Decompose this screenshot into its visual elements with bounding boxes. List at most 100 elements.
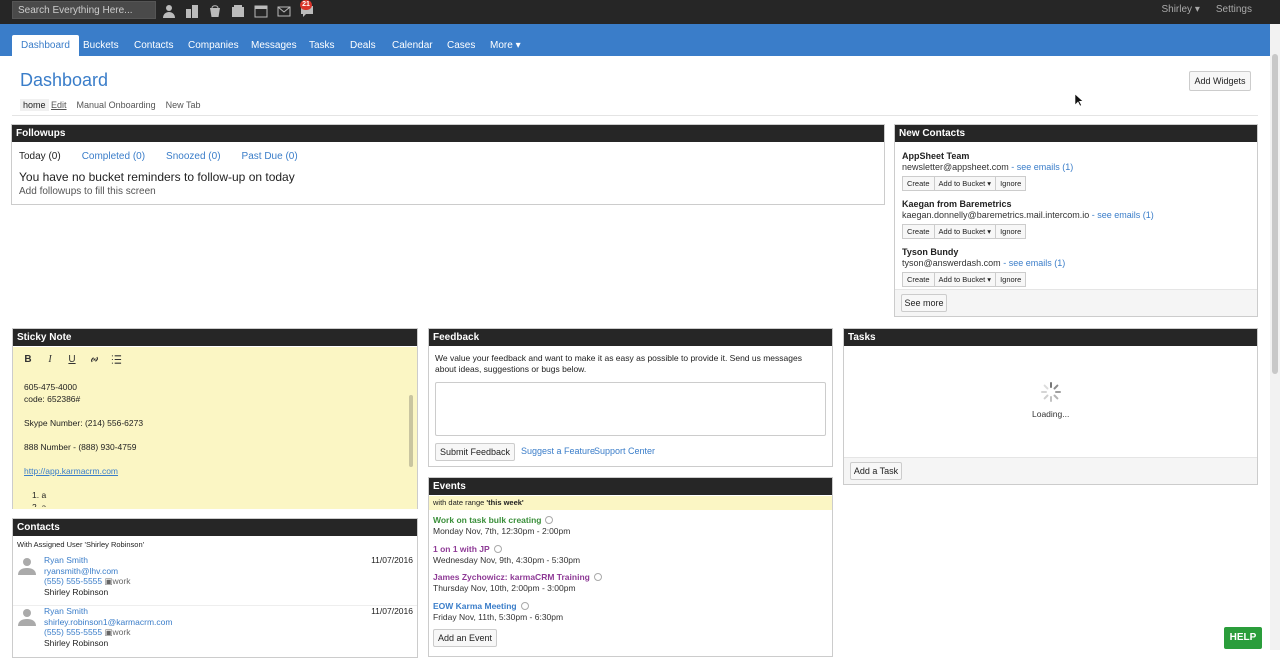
followups-tab-past-due[interactable]: Past Due (0) xyxy=(242,151,298,162)
company-icon[interactable] xyxy=(183,3,201,19)
contact-name-link[interactable]: Ryan Smith xyxy=(44,555,131,566)
subtab-edit-link[interactable]: Edit xyxy=(51,100,67,110)
event-title-link[interactable]: Work on task bulk creating xyxy=(433,515,570,525)
add-task-button[interactable]: Add a Task xyxy=(850,462,902,480)
create-contact-button[interactable]: Create xyxy=(902,272,935,287)
phone-type: work xyxy=(112,576,131,586)
tab-calendar[interactable]: Calendar xyxy=(392,35,433,56)
sticky-line: 605-475-4000 xyxy=(24,382,77,392)
ignore-contact-button[interactable]: Ignore xyxy=(995,272,1027,287)
contact-name-link[interactable]: Ryan Smith xyxy=(44,606,172,617)
sticky-note-widget: Sticky Note B I U 605-475-4000 code: 652… xyxy=(12,328,418,509)
suggest-feature-link[interactable]: Suggest a Feature xyxy=(521,446,595,456)
feedback-textarea[interactable] xyxy=(435,382,826,436)
notification-badge[interactable]: 21 xyxy=(300,0,312,10)
event-title-link[interactable]: 1 on 1 with JP xyxy=(433,544,580,554)
tasks-footer: Add a Task xyxy=(844,457,1257,484)
event-item: EOW Karma Meeting Friday Nov, 11th, 5:30… xyxy=(433,601,563,622)
contact-owner: Shirley Robinson xyxy=(44,637,109,648)
calendar-icon[interactable] xyxy=(252,3,270,19)
contacts-title: Contacts xyxy=(13,519,417,536)
support-center-link[interactable]: Support Center xyxy=(594,446,655,456)
contact-phone-link[interactable]: (555) 555-5555 xyxy=(44,576,102,586)
tab-contacts[interactable]: Contacts xyxy=(134,35,173,56)
sticky-link[interactable]: http://app.karmacrm.com xyxy=(24,466,118,476)
contact-owner: Shirley Robinson xyxy=(44,586,109,597)
page-title: Dashboard xyxy=(20,70,109,90)
event-item: James Zychowicz: karmaCRM Training Thurs… xyxy=(433,572,602,593)
help-button[interactable]: HELP xyxy=(1224,627,1262,649)
inbox-icon[interactable] xyxy=(229,3,247,19)
new-contact-item: Kaegan from Baremetrics kaegan.donnelly@… xyxy=(902,199,1154,239)
create-contact-button[interactable]: Create xyxy=(902,224,935,239)
info-icon[interactable] xyxy=(520,602,529,610)
skype-icon: ▣ xyxy=(104,576,113,586)
info-icon[interactable] xyxy=(545,516,554,524)
ignore-contact-button[interactable]: Ignore xyxy=(995,176,1027,191)
subtab-new-tab[interactable]: New Tab xyxy=(166,100,201,110)
sticky-line: 888 Number - (888) 930-4759 xyxy=(24,442,137,452)
new-contact-name: Kaegan from Baremetrics xyxy=(902,199,1012,209)
event-title-link[interactable]: James Zychowicz: karmaCRM Training xyxy=(433,572,602,582)
loading-spinner-icon xyxy=(1041,382,1061,402)
tab-cases[interactable]: Cases xyxy=(447,35,475,56)
link-icon[interactable] xyxy=(85,351,103,367)
scrollbar-thumb[interactable] xyxy=(1272,54,1278,374)
event-time: Friday Nov, 11th, 5:30pm - 6:30pm xyxy=(433,612,564,622)
feedback-widget: Feedback We value your feedback and want… xyxy=(428,328,833,467)
tab-messages[interactable]: Messages xyxy=(251,35,297,56)
underline-button[interactable]: U xyxy=(63,351,81,367)
event-title-link[interactable]: EOW Karma Meeting xyxy=(433,601,563,611)
create-contact-button[interactable]: Create xyxy=(902,176,935,191)
sticky-note-editor[interactable]: B I U 605-475-4000 code: 652386# Skype N… xyxy=(13,347,417,509)
see-emails-link[interactable]: - see emails (1) xyxy=(1092,210,1154,220)
event-item: 1 on 1 with JP Wednesday Nov, 9th, 4:30p… xyxy=(433,544,580,565)
contact-phone-link[interactable]: (555) 555-5555 xyxy=(44,627,102,637)
sticky-note-title: Sticky Note xyxy=(13,329,417,346)
add-to-bucket-button[interactable]: Add to Bucket ▾ xyxy=(933,176,997,191)
sticky-scrollbar[interactable] xyxy=(409,395,413,467)
sticky-list-item: 2. a xyxy=(32,502,47,507)
add-event-button[interactable]: Add an Event xyxy=(433,629,497,647)
followups-tab-snoozed[interactable]: Snoozed (0) xyxy=(166,151,220,162)
followups-tab-today[interactable]: Today (0) xyxy=(19,151,61,162)
global-search-input[interactable]: Search Everything Here... xyxy=(12,1,156,19)
event-item: Work on task bulk creating Monday Nov, 7… xyxy=(433,515,570,536)
subtab-home[interactable]: home xyxy=(20,99,49,111)
subtab-manual-onboarding[interactable]: Manual Onboarding xyxy=(77,100,156,110)
followups-tab-completed[interactable]: Completed (0) xyxy=(82,151,145,162)
info-icon[interactable] xyxy=(493,545,502,553)
tab-tasks[interactable]: Tasks xyxy=(309,35,335,56)
contact-email-link[interactable]: shirley.robinson1@karmacrm.com xyxy=(44,617,172,628)
add-to-bucket-button[interactable]: Add to Bucket ▾ xyxy=(933,224,997,239)
tasks-loading-text: Loading... xyxy=(1032,409,1070,419)
page-scrollbar[interactable] xyxy=(1270,24,1280,650)
see-emails-link[interactable]: - see emails (1) xyxy=(1003,258,1065,268)
user-menu[interactable]: Shirley ▾ xyxy=(1161,4,1199,15)
submit-feedback-button[interactable]: Submit Feedback xyxy=(435,443,515,461)
add-to-bucket-button[interactable]: Add to Bucket ▾ xyxy=(933,272,997,287)
ignore-contact-button[interactable]: Ignore xyxy=(995,224,1027,239)
tab-deals[interactable]: Deals xyxy=(350,35,376,56)
tab-dashboard[interactable]: Dashboard xyxy=(12,35,79,56)
mail-icon[interactable] xyxy=(275,3,293,19)
feedback-description: We value your feedback and want to make … xyxy=(435,353,802,374)
bucket-icon[interactable] xyxy=(206,3,224,19)
contact-icon[interactable] xyxy=(160,3,178,19)
event-time: Monday Nov, 7th, 12:30pm - 2:00pm xyxy=(433,526,571,536)
see-more-button[interactable]: See more xyxy=(901,294,947,312)
tab-companies[interactable]: Companies xyxy=(188,35,239,56)
info-icon[interactable] xyxy=(593,573,602,581)
sticky-note-content: 605-475-4000 code: 652386# Skype Number:… xyxy=(24,381,143,507)
add-widgets-button[interactable]: Add Widgets xyxy=(1189,71,1251,91)
see-emails-link[interactable]: - see emails (1) xyxy=(1011,162,1073,172)
tab-more[interactable]: More ▾ xyxy=(490,35,521,56)
settings-link[interactable]: Settings xyxy=(1216,4,1252,15)
new-contact-email: kaegan.donnelly@baremetrics.mail.interco… xyxy=(902,210,1090,220)
ordered-list-icon[interactable] xyxy=(107,351,125,367)
italic-button[interactable]: I xyxy=(41,351,59,367)
tab-buckets[interactable]: Buckets xyxy=(83,35,119,56)
contact-email-link[interactable]: ryansmith@lhv.com xyxy=(44,566,131,577)
new-contact-item: AppSheet Team newsletter@appsheet.com - … xyxy=(902,151,1073,191)
bold-button[interactable]: B xyxy=(19,351,37,367)
